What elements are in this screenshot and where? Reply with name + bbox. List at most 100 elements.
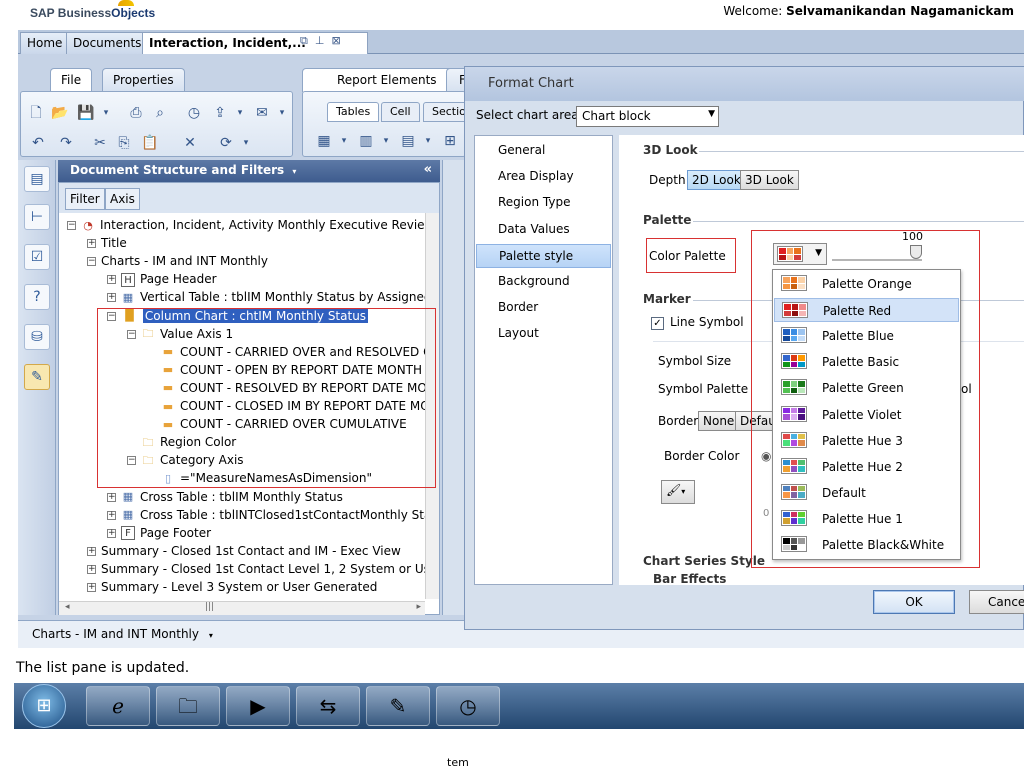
nav-item-background[interactable]: Background [476, 270, 611, 294]
expand-icon[interactable]: + [87, 583, 96, 592]
media-player-icon[interactable]: ▶ [226, 686, 290, 726]
line-symbol-checkbox[interactable]: ✓ [651, 317, 664, 330]
report-tab-charts[interactable]: Charts - IM and INT Monthly ▾ [26, 625, 219, 645]
input-controls-icon[interactable]: ☑ [24, 244, 50, 270]
print-icon[interactable]: ⎙ [127, 104, 145, 122]
close-tab-icon[interactable]: ⊠ [331, 34, 347, 47]
nav-item-palette-style[interactable]: Palette style [476, 243, 611, 268]
help-icon[interactable]: ? [24, 284, 50, 310]
delete-icon[interactable]: ✕ [181, 134, 199, 152]
tab-window-icons[interactable]: ⧉⊥⊠ [300, 34, 348, 48]
save-icon[interactable]: 💾 [77, 104, 95, 122]
nav-item-general[interactable]: General [476, 139, 611, 163]
tree-item[interactable]: + Summary - Closed 1st Contact Level 1, 2… [87, 560, 425, 578]
collapse-panel-icon[interactable]: « [424, 162, 432, 177]
redo-icon[interactable]: ↷ [57, 134, 75, 152]
chevron-down-icon: ▾ [681, 487, 686, 496]
find-icon[interactable]: ⌕ [151, 104, 169, 122]
tree-item-label: Summary - Closed 1st Contact and IM - Ex… [101, 543, 401, 558]
undo-icon[interactable]: ↶ [29, 134, 47, 152]
expand-icon[interactable]: + [87, 546, 96, 556]
ok-button[interactable]: OK [873, 590, 955, 614]
columns-icon[interactable]: ▥ [357, 132, 375, 150]
tree-item[interactable]: + Title [87, 234, 127, 252]
nav-item-data-values[interactable]: Data Values [476, 218, 611, 242]
paint-brush-icon: 🖌 [666, 483, 682, 497]
start-button-icon[interactable]: ⊞ [22, 684, 66, 728]
document-structure-icon[interactable]: ✎ [24, 364, 50, 390]
tree-item[interactable]: + Summary - Closed 1st Contact and IM - E… [87, 542, 401, 560]
new-document-icon[interactable]: 🗋 [27, 104, 45, 122]
document-summary-icon[interactable]: ▤ [24, 166, 50, 192]
tab-properties[interactable]: Properties [102, 68, 185, 92]
file-explorer-icon[interactable]: 🗀 [156, 686, 220, 726]
tree-item[interactable]: − Charts - IM and INT Monthly [87, 252, 268, 270]
expand-icon[interactable]: + [107, 528, 116, 538]
tab-file[interactable]: File [50, 68, 93, 92]
expand-icon[interactable]: + [107, 275, 116, 285]
tree-item[interactable]: − ◔ Interaction, Incident, Activity Monthl… [67, 216, 425, 234]
email-dropdown-icon[interactable]: ▾ [273, 104, 291, 122]
copy-icon[interactable]: ⎘ [115, 134, 133, 152]
tree-item[interactable]: + H Page Header [107, 270, 217, 288]
filter-button[interactable]: Filter [65, 188, 105, 210]
cut-icon[interactable]: ✂ [91, 134, 109, 152]
border-none-button[interactable]: None [698, 411, 740, 431]
tree-item-label: Charts - IM and INT Monthly [101, 254, 268, 269]
collapse-icon[interactable]: − [87, 257, 96, 267]
navigation-map-icon[interactable]: ⊢ [24, 204, 50, 230]
export-dropdown-icon[interactable]: ▾ [231, 104, 249, 122]
tree-item[interactable]: + ▦ Cross Table : tblIM Monthly Status [107, 488, 343, 506]
expand-icon[interactable]: + [87, 239, 96, 249]
export-icon[interactable]: ⇪ [211, 104, 229, 122]
columns-dropdown-icon[interactable]: ▾ [377, 132, 395, 150]
tree-item-label: Page Footer [140, 525, 212, 540]
border-color-picker-button[interactable]: 🖌▾ [661, 480, 695, 504]
paste-icon[interactable]: 📋 [141, 134, 159, 152]
collapse-icon[interactable]: − [67, 221, 76, 230]
cancel-button[interactable]: Cancel [969, 590, 1024, 614]
doc-structure-menu-icon[interactable]: ▾ [292, 167, 296, 176]
tree-horizontal-scrollbar[interactable]: ◂ ||| ▸ [59, 601, 425, 615]
expand-icon[interactable]: + [87, 564, 96, 574]
expand-icon[interactable]: + [107, 293, 116, 303]
history-icon[interactable]: ◷ [185, 104, 203, 122]
notepad-icon[interactable]: ✎ [366, 686, 430, 726]
email-icon[interactable]: ✉ [253, 104, 271, 122]
pin-icon[interactable]: ⊥ [315, 34, 332, 47]
tree-item[interactable]: + ▦ Cross Table : tblINTClosed1stContactMo… [107, 506, 425, 524]
refresh-icon[interactable]: ⟳ [217, 134, 235, 152]
tree-item[interactable]: + ▦ Vertical Table : tblIM Monthly Status … [107, 288, 425, 306]
table-dropdown-icon[interactable]: ▾ [335, 132, 353, 150]
tree-item[interactable]: + F Page Footer [107, 524, 211, 542]
grid-icon[interactable]: ⊞ [441, 132, 459, 150]
nav-item-border[interactable]: Border [476, 296, 611, 320]
nav-item-region-type[interactable]: Region Type [476, 191, 611, 215]
3d-look-button[interactable]: 3D Look [740, 170, 799, 190]
2d-look-button[interactable]: 2D Look [687, 170, 746, 190]
save-dropdown-icon[interactable]: ▾ [97, 104, 115, 122]
table-icon[interactable]: ▦ [315, 132, 333, 150]
tab-documents[interactable]: Documents [66, 32, 149, 54]
outlook-icon[interactable]: ◷ [436, 686, 500, 726]
report-tab-dropdown-icon[interactable]: ▾ [209, 631, 213, 640]
axis-button[interactable]: Axis [105, 188, 140, 210]
expand-icon[interactable]: + [107, 510, 116, 520]
tab-home[interactable]: Home [20, 32, 70, 54]
refresh-dropdown-icon[interactable]: ▾ [237, 134, 255, 152]
chart-area-select[interactable]: Chart block ▼ [576, 106, 719, 127]
restore-icon[interactable]: ⧉ [300, 34, 315, 47]
open-icon[interactable]: 📂 [51, 104, 69, 122]
internet-explorer-icon[interactable]: ℯ [86, 686, 150, 726]
tree-item[interactable]: + Summary - Level 3 System or User Genera… [87, 578, 377, 596]
table-icon: ▦ [122, 490, 134, 503]
subtab-tables[interactable]: Tables [327, 102, 380, 122]
network-app-icon[interactable]: ⇆ [296, 686, 360, 726]
data-icon[interactable]: ⛁ [24, 324, 50, 350]
rows-icon[interactable]: ▤ [399, 132, 417, 150]
expand-icon[interactable]: + [107, 492, 116, 502]
nav-item-area-display[interactable]: Area Display [476, 165, 611, 189]
nav-item-layout[interactable]: Layout [476, 322, 611, 346]
rows-dropdown-icon[interactable]: ▾ [419, 132, 437, 150]
subtab-cell[interactable]: Cell [381, 102, 420, 122]
